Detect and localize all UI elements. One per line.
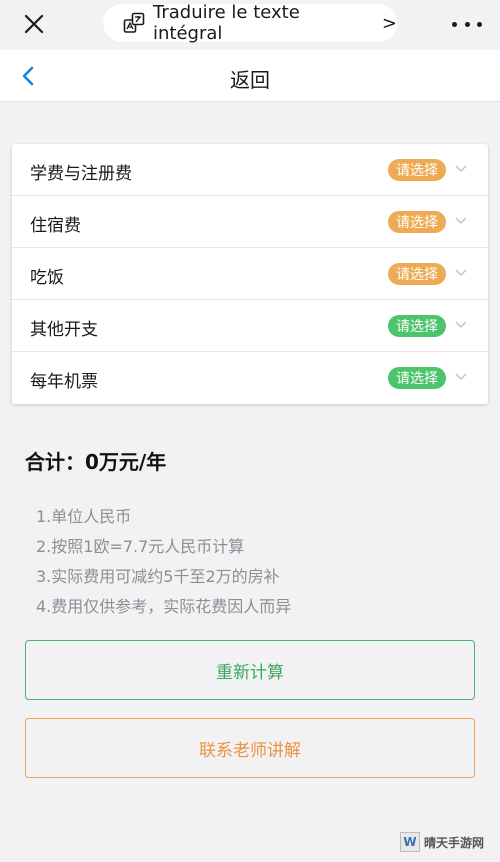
select-badge[interactable]: 请选择 [388, 263, 446, 285]
chevron-down-icon [455, 217, 467, 225]
chevron-down-icon [455, 321, 467, 329]
translate-full-text-button[interactable]: Traduire le texte intégral > [103, 2, 397, 44]
contact-teacher-button[interactable]: 联系老师讲解 [25, 718, 475, 778]
more-icon [452, 21, 457, 27]
note-item: 1.单位人民币 [36, 507, 132, 526]
browser-top-bar: Traduire le texte intégral > [0, 0, 500, 50]
note-item: 4.费用仅供参考，实际花费因人而异 [36, 597, 292, 616]
note-item: 2.按照1欧=7.7元人民币计算 [36, 537, 245, 556]
recalculate-button[interactable]: 重新计算 [25, 640, 475, 700]
select-badge[interactable]: 请选择 [388, 315, 446, 337]
option-row-meals[interactable]: 吃饭 请选择 [12, 248, 488, 300]
note-item: 3.实际费用可减约5千至2万的房补 [36, 567, 280, 586]
watermark-logo: W [400, 832, 420, 852]
translate-icon [123, 12, 145, 34]
expense-options-list: 学费与注册费 请选择 住宿费 请选择 吃饭 请选择 其他开支 请选择 每年机票 … [12, 144, 488, 404]
option-row-tuition[interactable]: 学费与注册费 请选择 [12, 144, 488, 196]
option-label: 其他开支 [30, 320, 98, 340]
option-label: 学费与注册费 [30, 164, 132, 184]
more-button[interactable] [452, 12, 482, 36]
option-row-airfare[interactable]: 每年机票 请选择 [12, 352, 488, 404]
chevron-down-icon [455, 269, 467, 277]
option-label: 每年机票 [30, 372, 98, 392]
chevron-right-icon: > [381, 12, 397, 34]
chevron-down-icon [455, 373, 467, 381]
total-amount: 合计：0万元/年 [25, 450, 167, 474]
notes-list: 1.单位人民币 2.按照1欧=7.7元人民币计算 3.实际费用可减约5千至2万的… [36, 506, 291, 626]
chevron-down-icon [455, 165, 467, 173]
page-title: 返回 [230, 68, 270, 92]
close-button[interactable] [20, 10, 48, 38]
option-label: 吃饭 [30, 268, 64, 288]
select-badge[interactable]: 请选择 [388, 211, 446, 233]
watermark-text: 晴天手游网 [424, 835, 485, 850]
select-badge[interactable]: 请选择 [388, 159, 446, 181]
select-badge[interactable]: 请选择 [388, 367, 446, 389]
close-icon [24, 14, 44, 34]
option-label: 住宿费 [30, 216, 81, 236]
translate-label: Traduire le texte intégral [153, 2, 300, 44]
option-row-other-expenses[interactable]: 其他开支 请选择 [12, 300, 488, 352]
nav-header: 返回 [0, 50, 500, 102]
watermark: W 晴天手游网 [400, 828, 492, 856]
option-row-accommodation[interactable]: 住宿费 请选择 [12, 196, 488, 248]
